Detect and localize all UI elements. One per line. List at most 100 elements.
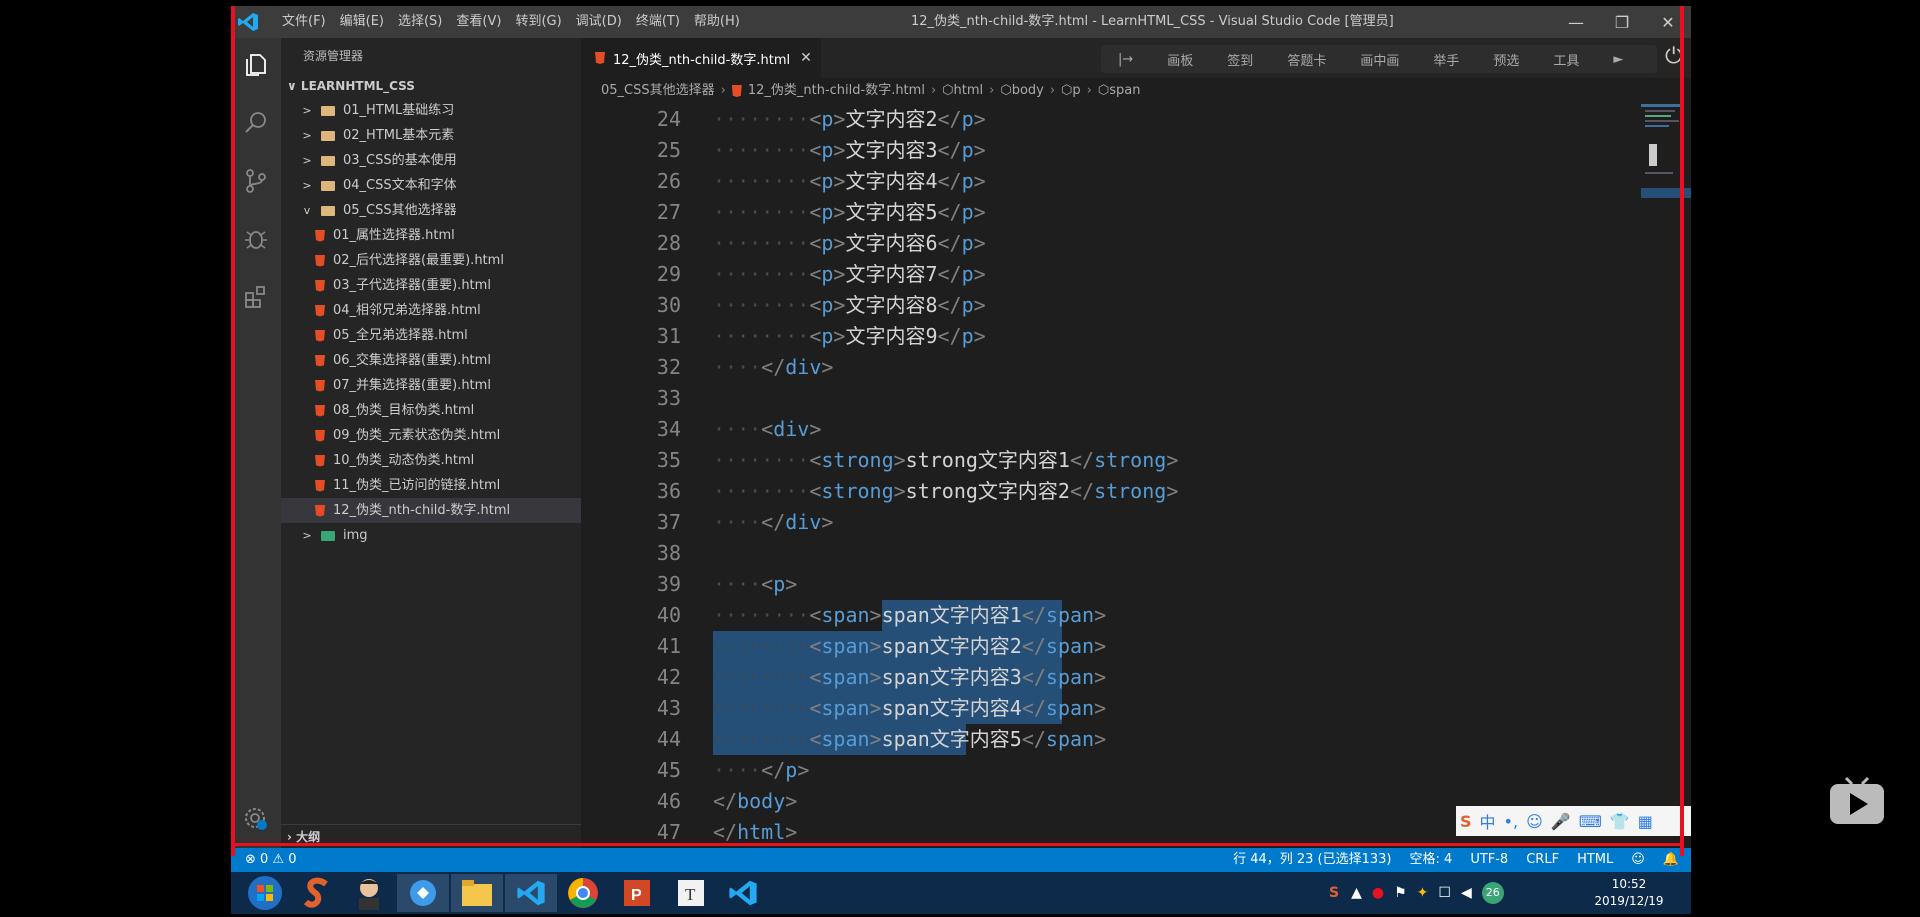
- chrome-icon[interactable]: [557, 874, 609, 912]
- classroom-tool-button[interactable]: 答题卡: [1287, 50, 1326, 69]
- file-item[interactable]: 11_伪类_已访问的链接.html: [281, 473, 581, 498]
- start-button[interactable]: [239, 874, 291, 912]
- code-line[interactable]: 31 ········<p>文字内容9</p>: [581, 321, 1641, 352]
- file-item[interactable]: 10_伪类_动态伪类.html: [281, 448, 581, 473]
- code-line[interactable]: 36 ········<strong>strong文字内容2</strong>: [581, 476, 1641, 507]
- folder-item[interactable]: >02_HTML基本元素: [281, 123, 581, 148]
- close-tab-icon[interactable]: ✕: [800, 50, 812, 66]
- debug-icon[interactable]: [239, 222, 273, 256]
- code-line[interactable]: 34 ····<div>: [581, 414, 1641, 445]
- code-line[interactable]: 35 ········<strong>strong文字内容1</strong>: [581, 445, 1641, 476]
- menu-item[interactable]: 查看(V): [449, 6, 508, 38]
- code-line[interactable]: 26 ········<p>文字内容4</p>: [581, 166, 1641, 197]
- ime-button[interactable]: 👕: [1610, 812, 1630, 831]
- code-line[interactable]: 30 ········<p>文字内容8</p>: [581, 290, 1641, 321]
- code-line[interactable]: 43 ········<span>span文字内容4</span>: [581, 693, 1641, 724]
- ime-button[interactable]: S: [1460, 812, 1472, 831]
- file-item[interactable]: 01_属性选择器.html: [281, 223, 581, 248]
- menu-item[interactable]: 终端(T): [629, 6, 687, 38]
- breadcrumb-item[interactable]: body: [1012, 78, 1044, 104]
- cursor-position[interactable]: 行 44，列 23 (已选择133): [1233, 848, 1391, 872]
- code-line[interactable]: 37 ····</div>: [581, 507, 1641, 538]
- language-mode[interactable]: HTML: [1577, 848, 1613, 872]
- file-item[interactable]: 07_并集选择器(重要).html: [281, 373, 581, 398]
- ime-button[interactable]: •,: [1504, 812, 1519, 831]
- menu-item[interactable]: 转到(G): [508, 6, 568, 38]
- code-line[interactable]: 38: [581, 538, 1641, 569]
- record-icon[interactable]: ●: [1372, 885, 1384, 901]
- restore-button[interactable]: ❐: [1599, 6, 1645, 38]
- file-item[interactable]: 08_伪类_目标伪类.html: [281, 398, 581, 423]
- folder-item[interactable]: >01_HTML基础练习: [281, 98, 581, 123]
- folder-item-img[interactable]: > img: [281, 523, 581, 548]
- menu-item[interactable]: 编辑(E): [333, 6, 391, 38]
- close-window-button[interactable]: ✕: [1645, 6, 1691, 38]
- file-item[interactable]: 09_伪类_元素状态伪类.html: [281, 423, 581, 448]
- file-item[interactable]: 03_子代选择器(重要).html: [281, 273, 581, 298]
- app-s-icon[interactable]: [291, 874, 343, 912]
- tab-active-file[interactable]: 12_伪类_nth-child-数字.html ✕: [581, 38, 821, 78]
- menu-item[interactable]: 选择(S): [391, 6, 449, 38]
- menu-item[interactable]: 帮助(H): [687, 6, 747, 38]
- classroom-tool-button[interactable]: 工具: [1553, 50, 1579, 69]
- code-line[interactable]: 39 ····<p>: [581, 569, 1641, 600]
- code-line[interactable]: 41 ········<span>span文字内容2</span>: [581, 631, 1641, 662]
- flag-icon[interactable]: ⚑: [1394, 885, 1407, 901]
- classroom-tool-button[interactable]: ►: [1613, 52, 1623, 67]
- breadcrumb-item[interactable]: 05_CSS其他选择器: [601, 78, 715, 104]
- classroom-tool-button[interactable]: 举手: [1433, 50, 1459, 69]
- ime-button[interactable]: 中: [1480, 809, 1496, 833]
- code-line[interactable]: 29 ········<p>文字内容7</p>: [581, 259, 1641, 290]
- line-ending[interactable]: CRLF: [1526, 848, 1559, 872]
- file-explorer-icon[interactable]: [451, 874, 503, 912]
- classroom-tool-button[interactable]: |→: [1118, 52, 1133, 67]
- workspace-header[interactable]: ∨ LEARNHTML_CSS: [281, 74, 581, 98]
- file-item[interactable]: 05_全兄弟选择器.html: [281, 323, 581, 348]
- vscode-taskbar-icon[interactable]: [505, 874, 557, 912]
- settings-tray-icon[interactable]: ✦: [1417, 885, 1429, 901]
- clock[interactable]: 10:52 2019/12/19: [1589, 876, 1669, 910]
- code-line[interactable]: 33: [581, 383, 1641, 414]
- breadcrumb-item[interactable]: html: [954, 78, 984, 104]
- ime-button[interactable]: ▦: [1638, 812, 1653, 831]
- folder-item[interactable]: >04_CSS文本和字体: [281, 173, 581, 198]
- code-line[interactable]: 44 ········<span>span文字内容5</span>: [581, 724, 1641, 755]
- classroom-tool-button[interactable]: 签到: [1227, 50, 1253, 69]
- folder-item[interactable]: v 05_CSS其他选择器: [281, 198, 581, 223]
- avatar-app-icon[interactable]: [343, 874, 395, 912]
- file-item[interactable]: 12_伪类_nth-child-数字.html: [281, 498, 581, 523]
- minimize-button[interactable]: —: [1553, 6, 1599, 38]
- tray-badge[interactable]: 26: [1481, 882, 1504, 904]
- code-line[interactable]: 24 ········<p>文字内容2</p>: [581, 104, 1641, 135]
- code-line[interactable]: 32 ····</div>: [581, 352, 1641, 383]
- file-item[interactable]: 04_相邻兄弟选择器.html: [281, 298, 581, 323]
- classroom-tool-button[interactable]: 预选: [1493, 50, 1519, 69]
- ime-button[interactable]: ☺: [1526, 812, 1543, 831]
- volume-icon[interactable]: ◀: [1461, 885, 1472, 901]
- ime-button[interactable]: ⌨: [1579, 812, 1602, 831]
- indentation[interactable]: 空格: 4: [1410, 848, 1453, 872]
- code-line[interactable]: 25 ········<p>文字内容3</p>: [581, 135, 1641, 166]
- breadcrumb-item[interactable]: p: [1072, 78, 1080, 104]
- code-line[interactable]: 42 ········<span>span文字内容3</span>: [581, 662, 1641, 693]
- breadcrumb-item[interactable]: span: [1109, 78, 1140, 104]
- search-icon[interactable]: [239, 106, 273, 140]
- problems-indicator[interactable]: ⊗ 0 ⚠ 0: [245, 848, 297, 872]
- code-line[interactable]: 27 ········<p>文字内容5</p>: [581, 197, 1641, 228]
- code-line[interactable]: 45 ····</p>: [581, 755, 1641, 786]
- code-line[interactable]: 28 ········<p>文字内容6</p>: [581, 228, 1641, 259]
- manage-gear-icon[interactable]: [239, 802, 273, 836]
- ime-tray-icon[interactable]: S: [1329, 885, 1339, 901]
- network-icon[interactable]: ☐: [1438, 885, 1451, 901]
- explorer-icon[interactable]: [239, 48, 273, 82]
- text-app-icon[interactable]: T: [665, 874, 717, 912]
- app-blue-icon[interactable]: [397, 874, 449, 912]
- breadcrumb-item[interactable]: 12_伪类_nth-child-数字.html: [748, 78, 925, 104]
- source-control-icon[interactable]: [239, 164, 273, 198]
- folder-item[interactable]: >03_CSS的基本使用: [281, 148, 581, 173]
- file-item[interactable]: 02_后代选择器(最重要).html: [281, 248, 581, 273]
- ime-toolbar[interactable]: S 中 •, ☺ 🎤 ⌨ 👕 ▦: [1456, 806, 1691, 836]
- feedback-icon[interactable]: ☺: [1631, 848, 1645, 872]
- notifications-icon[interactable]: 🔔: [1663, 848, 1679, 872]
- classroom-tool-button[interactable]: 画中画: [1360, 50, 1399, 69]
